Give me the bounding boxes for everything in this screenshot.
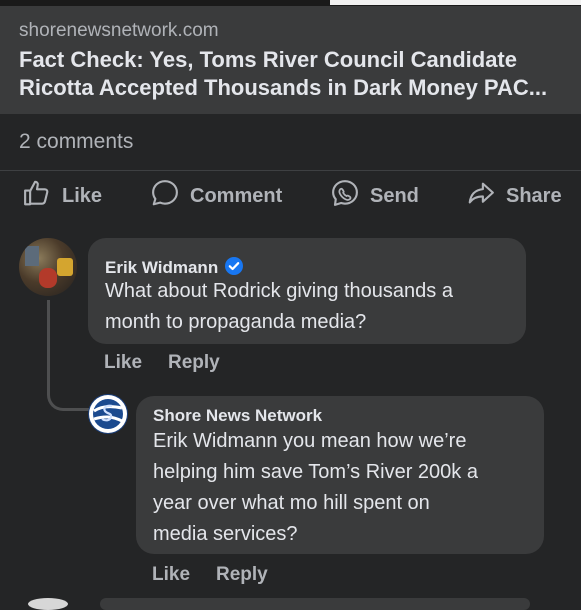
like-button[interactable]: Like [22, 176, 102, 216]
comment-text: What about Rodrick giving thousands a mo… [105, 280, 453, 333]
thumbs-up-icon [22, 178, 52, 214]
send-button[interactable]: Send [330, 176, 419, 216]
post-actions-bar: Like Comment Send Share [0, 176, 581, 216]
next-comment-peek [0, 598, 581, 610]
reply-text: Erik Widmann you mean how we’re helping … [153, 430, 478, 545]
comment-reply-link[interactable]: Reply [168, 352, 220, 374]
share-arrow-icon [466, 178, 496, 214]
comment-like-link[interactable]: Like [104, 352, 142, 374]
reply-like-link[interactable]: Like [152, 564, 190, 586]
reply-thread-connector [47, 300, 90, 411]
messenger-icon [330, 178, 360, 214]
comment-bubble-icon [150, 178, 180, 214]
reply-author[interactable]: Shore News Network [153, 406, 322, 426]
comment-button[interactable]: Comment [150, 176, 282, 216]
reply-reply-link[interactable]: Reply [216, 564, 268, 586]
comment-label: Comment [190, 184, 283, 207]
share-label: Share [506, 184, 562, 207]
comment-bubble[interactable]: Erik Widmann What about Rodrick giving t… [88, 238, 526, 344]
like-label: Like [62, 184, 103, 207]
link-preview-card[interactable]: shorenewsnetwork.com Fact Check: Yes, To… [0, 6, 581, 114]
divider [0, 170, 581, 171]
link-title[interactable]: Fact Check: Yes, Toms River Council Cand… [19, 46, 564, 102]
avatar[interactable] [88, 394, 128, 434]
comments-count[interactable]: 2 comments [19, 130, 133, 154]
send-label: Send [370, 184, 419, 207]
link-domain: shorenewsnetwork.com [19, 20, 219, 41]
avatar[interactable] [19, 238, 77, 296]
reply-bubble[interactable]: Shore News Network Erik Widmann you mean… [136, 396, 544, 554]
share-button[interactable]: Share [466, 176, 562, 216]
